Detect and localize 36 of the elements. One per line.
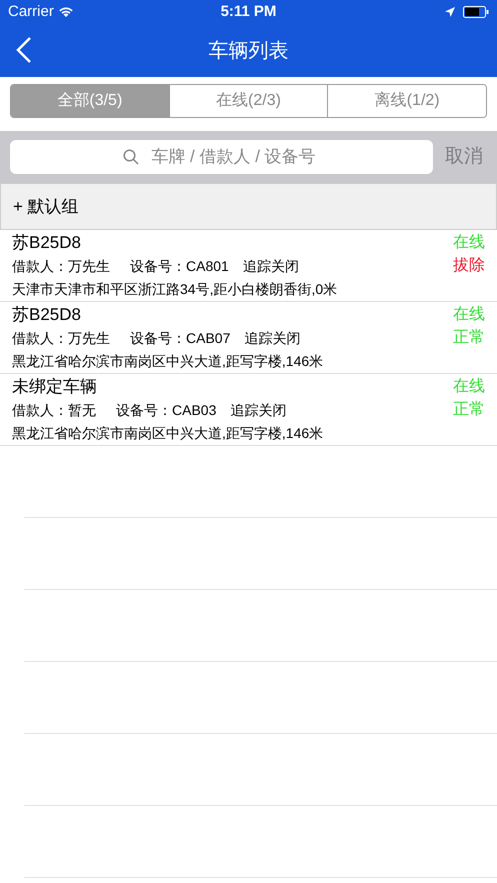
tracking-status: 追踪关闭 <box>242 256 299 276</box>
vehicle-name: 未绑定车辆 <box>12 376 97 398</box>
vehicle-name: 苏B25D8 <box>12 304 81 326</box>
tracking-status: 追踪关闭 <box>244 328 300 348</box>
device-status: 拔除 <box>453 256 485 276</box>
location-arrow-icon <box>445 7 455 17</box>
device-status: 正常 <box>453 400 485 420</box>
online-status: 在线 <box>453 232 485 252</box>
search-icon <box>123 149 139 165</box>
tracking-status: 追踪关闭 <box>230 400 286 420</box>
device-number: 设备号：CA801 <box>130 256 229 276</box>
online-status: 在线 <box>453 376 485 396</box>
search-field[interactable]: 车牌 / 借款人 / 设备号 <box>10 140 433 174</box>
borrower-text: 借款人：万先生 <box>12 256 110 276</box>
filter-tab[interactable]: 离线(1/2) <box>327 85 486 117</box>
vehicle-row[interactable]: 苏B25D8 在线 借款人：万先生 设备号：CAB07 追踪关闭 正常 黑龙江省哈尔滨市南岗区中兴大道,距写字楼,146米 <box>0 302 497 374</box>
wifi-icon <box>58 6 74 18</box>
back-button[interactable] <box>14 36 34 64</box>
screen-title: 车辆列表 <box>208 38 288 64</box>
vehicle-name: 苏B25D8 <box>12 232 81 254</box>
vehicle-row[interactable]: 未绑定车辆 在线 借款人：暂无 设备号：CAB03 追踪关闭 正常 黑龙江省哈尔滨市南岗区中兴大道,距写字楼,146米 <box>0 374 497 446</box>
battery-icon <box>463 6 489 18</box>
borrower-text: 借款人：暂无 <box>12 400 96 420</box>
address-text: 黑龙江省哈尔滨市南岗区中兴大道,距写字楼,146米 <box>12 352 324 371</box>
borrower-text: 借款人：万先生 <box>12 328 110 348</box>
back-chevron-icon <box>14 36 34 64</box>
device-number: 设备号：CAB03 <box>116 400 216 420</box>
device-number: 设备号：CAB07 <box>130 328 230 348</box>
address-text: 黑龙江省哈尔滨市南岗区中兴大道,距写字楼,146米 <box>12 424 324 443</box>
address-text: 天津市天津市和平区浙江路34号,距小白楼朗香街,0米 <box>12 280 338 299</box>
clock-time: 5:11 PM <box>220 2 276 22</box>
online-status: 在线 <box>453 304 485 324</box>
carrier-label: Carrier <box>8 2 54 22</box>
group-header[interactable]: + 默认组 <box>0 183 497 230</box>
device-status: 正常 <box>453 328 485 348</box>
vehicle-row[interactable]: 苏B25D8 在线 借款人：万先生 设备号：CA801 追踪关闭 拔除 天津市天津市和平区浙江路34号,距小白楼朗香街,0米 <box>0 230 497 302</box>
